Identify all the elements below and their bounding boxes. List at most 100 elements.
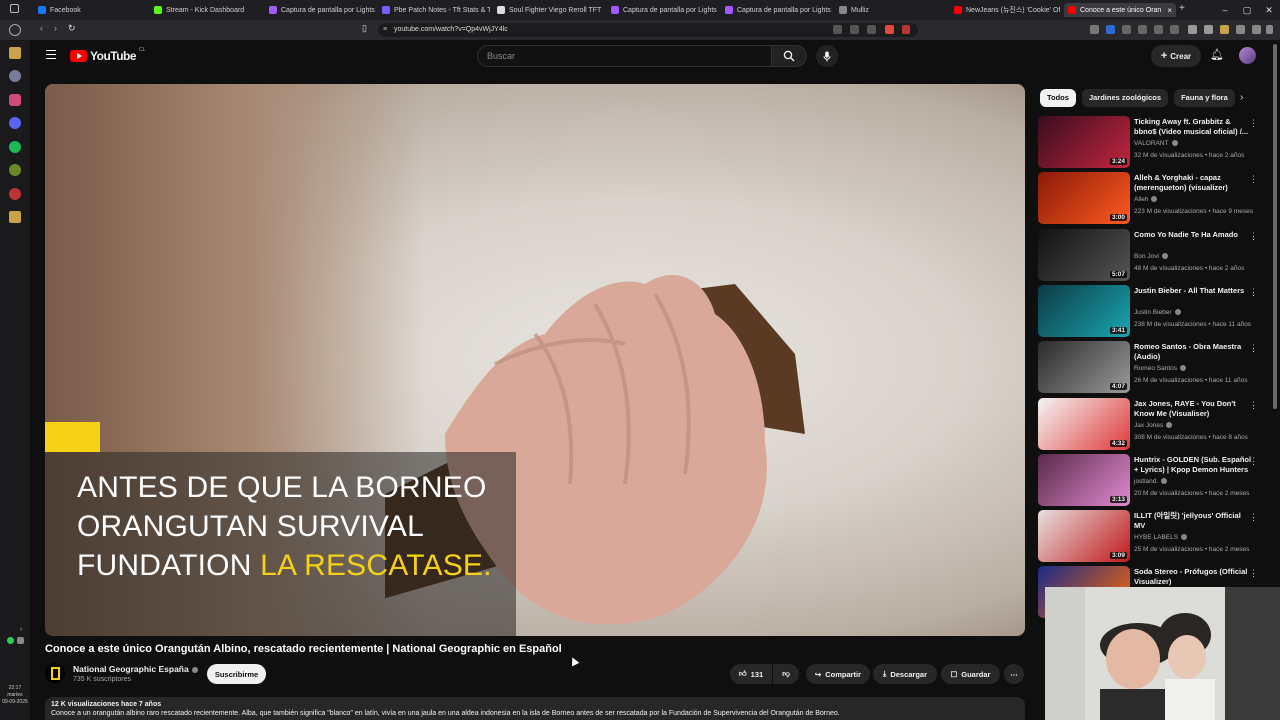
recommended-channel-name[interactable]: Justin Bieber [1134, 309, 1181, 316]
folder-icon[interactable] [9, 47, 21, 59]
recommended-video-title[interactable]: Justin Bieber - All That Matters [1134, 286, 1252, 296]
notifications-bell-icon[interactable]: 🔔︎ [1210, 48, 1224, 61]
more-vertical-icon[interactable]: ⋮ [1249, 512, 1258, 523]
shield-icon[interactable] [9, 70, 21, 82]
page-scrollbar[interactable] [1273, 44, 1277, 409]
more-vertical-icon[interactable]: ⋮ [1249, 456, 1258, 467]
browser-tab[interactable]: Stream - Kick Dashboard [150, 3, 262, 17]
browser-tab[interactable]: Conoce a este único Oran × [1064, 3, 1176, 17]
extension-icon[interactable] [1122, 25, 1131, 34]
more-vertical-icon[interactable]: ⋮ [1249, 343, 1258, 354]
reload-icon[interactable]: ↻ [68, 23, 76, 34]
account-avatar[interactable] [1239, 47, 1256, 64]
extension-icon[interactable] [1220, 25, 1229, 34]
spotify-icon[interactable] [9, 141, 21, 153]
more-vertical-icon[interactable]: ⋮ [1249, 568, 1258, 579]
share-page-icon[interactable] [867, 25, 876, 34]
app-icon[interactable] [9, 188, 21, 200]
discord-icon[interactable] [9, 117, 21, 129]
recommended-video[interactable]: 3:00 Alleh & Yorghaki - capaz (merengueto… [1038, 172, 1268, 224]
more-vertical-icon[interactable]: ⋮ [1249, 231, 1258, 242]
cast-icon[interactable] [833, 25, 842, 34]
save-button[interactable]: ☐ Guardar [941, 664, 1000, 684]
video-thumbnail[interactable]: 3:09 [1038, 510, 1130, 562]
browser-tab[interactable]: Mulliz [835, 3, 947, 17]
extension-icon[interactable] [1138, 25, 1147, 34]
browser-tab[interactable]: Pbe Patch Notes - Tft Stats & Too [378, 3, 490, 17]
search-input[interactable]: Buscar [477, 45, 772, 67]
close-tab-icon[interactable]: × [1167, 6, 1172, 15]
recommended-video-title[interactable]: Ticking Away ft. Grabbitz & bbno$ (Video… [1134, 117, 1252, 137]
minimize-icon[interactable]: – [1214, 0, 1236, 20]
recommended-channel-name[interactable]: Romeo Santos [1134, 365, 1186, 372]
extension-icon[interactable] [1154, 25, 1163, 34]
forward-icon[interactable]: › [54, 23, 57, 33]
alert-extension-icon[interactable] [902, 25, 910, 34]
video-thumbnail[interactable]: 3:41 [1038, 285, 1130, 337]
youtube-logo[interactable]: YouTube CL [70, 47, 145, 63]
more-actions-button[interactable]: ⋯ [1004, 664, 1024, 684]
app-icon[interactable] [9, 164, 21, 176]
subscribe-button[interactable]: Suscribirme [207, 664, 266, 684]
chevron-right-icon[interactable]: › [1240, 92, 1243, 103]
recommended-video[interactable]: 3:13 Huntrix - GOLDEN (Sub. Español + Lyr… [1038, 454, 1268, 506]
extension-icon[interactable] [1106, 25, 1115, 34]
recommended-channel-name[interactable]: jostland. [1134, 478, 1168, 485]
recommended-video[interactable]: 3:24 Ticking Away ft. Grabbitz & bbno$ (V… [1038, 116, 1268, 168]
browser-menu-icon[interactable] [10, 4, 19, 13]
zoom-icon[interactable] [850, 25, 859, 34]
browser-menu-icon[interactable] [1266, 25, 1273, 34]
browser-tab[interactable]: Captura de pantalla por Lightshot [607, 3, 717, 17]
video-thumbnail[interactable]: 3:00 [1038, 172, 1130, 224]
app-icon[interactable] [9, 211, 21, 223]
browser-tab[interactable]: Facebook [34, 3, 146, 17]
like-button[interactable]: 👍︎ 131 [730, 664, 772, 684]
recommended-video[interactable]: 5:07 Como Yo Nadie Te Ha Amado Bon Jovi 48 … [1038, 229, 1268, 281]
video-thumbnail[interactable]: 4:07 [1038, 341, 1130, 393]
recommended-channel-name[interactable]: Bon Jovi [1134, 253, 1168, 260]
recommended-video-title[interactable]: ILLIT (아일릿) 'jellyous' Official MV [1134, 511, 1252, 531]
download-button[interactable]: ⤓ Descargar [873, 664, 937, 684]
browser-tab[interactable]: Soul Fighter Viego Reroll TFT Co [493, 3, 603, 17]
create-button[interactable]: + Crear [1151, 45, 1201, 67]
expand-icon[interactable]: › [20, 626, 22, 633]
recommended-channel-name[interactable]: Jax Jones [1134, 422, 1173, 429]
extension-icon[interactable] [1090, 25, 1099, 34]
search-button[interactable] [771, 45, 807, 67]
recommended-video-title[interactable]: Como Yo Nadie Te Ha Amado [1134, 230, 1252, 240]
filter-chip[interactable]: Todos [1040, 89, 1076, 107]
video-thumbnail[interactable]: 4:32 [1038, 398, 1130, 450]
site-info-icon[interactable]: ≡ [383, 23, 387, 37]
extension-icon[interactable] [1170, 25, 1179, 34]
recommended-video[interactable]: 3:09 ILLIT (아일릿) 'jellyous' Official MV HY… [1038, 510, 1268, 562]
app-icon[interactable] [9, 94, 21, 106]
recommended-video-title[interactable]: Huntrix - GOLDEN (Sub. Español + Lyrics)… [1134, 455, 1252, 475]
more-vertical-icon[interactable]: ⋮ [1249, 118, 1258, 129]
recommended-channel-name[interactable]: Alleh [1134, 196, 1158, 203]
recommended-video[interactable]: 3:41 Justin Bieber - All That Matters Just… [1038, 285, 1268, 337]
video-player[interactable]: ANTES DE QUE LA BORNEO ORANGUTAN SURVIVA… [45, 84, 1025, 636]
browser-tab[interactable]: NewJeans (뉴진스) 'Cookie' Offici [950, 3, 1060, 17]
back-icon[interactable]: ‹ [40, 23, 43, 33]
recommended-channel-name[interactable]: HYBE LABELS [1134, 534, 1188, 541]
maximize-icon[interactable]: ▢ [1236, 0, 1258, 20]
filter-chip[interactable]: Fauna y flora [1174, 89, 1235, 107]
recommended-video-title[interactable]: Romeo Santos - Obra Maestra (Audio) [1134, 342, 1252, 362]
recommended-video-title[interactable]: Alleh & Yorghaki - capaz (merengueton) (… [1134, 173, 1252, 193]
filter-chip[interactable]: Jardines zoológicos [1081, 89, 1169, 107]
channel-name[interactable]: National Geographic España [73, 664, 198, 674]
description-box[interactable]: 12 K visualizaciones hace 7 años Conoce … [45, 697, 1025, 720]
recommended-video-title[interactable]: Soda Stereo - Prófugos (Official Visuali… [1134, 567, 1252, 587]
voice-search-button[interactable] [816, 45, 838, 67]
share-button[interactable]: ↪ Compartir [806, 664, 870, 684]
download-icon[interactable] [1236, 25, 1245, 34]
extensions-menu-icon[interactable] [1252, 25, 1261, 34]
video-thumbnail[interactable]: 3:13 [1038, 454, 1130, 506]
video-thumbnail[interactable]: 5:07 [1038, 229, 1130, 281]
search-icon[interactable] [9, 24, 21, 36]
dislike-button[interactable]: 👎︎ [773, 664, 799, 684]
more-vertical-icon[interactable]: ⋮ [1249, 287, 1258, 298]
guide-menu-icon[interactable] [46, 50, 56, 59]
more-vertical-icon[interactable]: ⋮ [1249, 400, 1258, 411]
channel-avatar[interactable] [45, 663, 65, 683]
